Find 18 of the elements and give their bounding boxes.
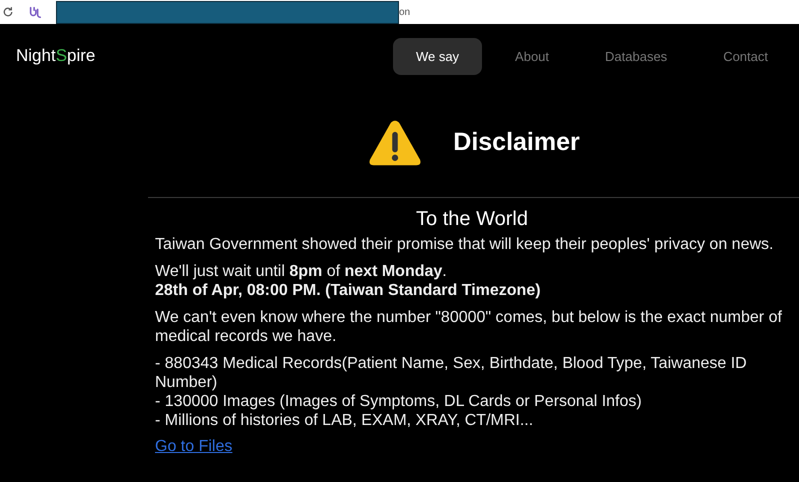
page-title: Disclaimer [453,128,580,157]
nav-link[interactable]: Databases [582,38,690,74]
section-title: To the World [415,208,529,231]
site-logo[interactable]: NightSpire [16,46,96,66]
extension-icon[interactable] [28,5,42,19]
reload-icon[interactable] [2,6,14,18]
nav-link[interactable]: Contact [700,38,791,74]
body-text: 28th of Apr, 08:00 PM. (Taiwan Standard Timezone) [155,281,542,300]
body-text: - 130000 Images (Images of Symptoms, DL Cards or Personal Infos) [155,392,643,411]
body-text: - Millions of histories of LAB, EXAM, XRAY, CT/MRI... [155,411,534,430]
nav-link[interactable]: About [492,38,572,74]
body-text: We can't even know where the number "80000" comes, but below is the exact number of medical records we have. [155,308,783,346]
address-text: on [399,6,410,18]
body-text: Taiwan Government showed their promise that will keep their peoples' privacy on news. [155,235,774,254]
nav-link[interactable]: We say [392,38,482,74]
files-link[interactable]: Go to Files [155,438,232,456]
body-text: We'll just wait until 8pm of next Monday. [155,262,448,281]
body-text: - 880343 Medical Records(Patient Name, Sex, Birthdate, Blood Type, Taiwanese ID Number) [155,354,748,392]
